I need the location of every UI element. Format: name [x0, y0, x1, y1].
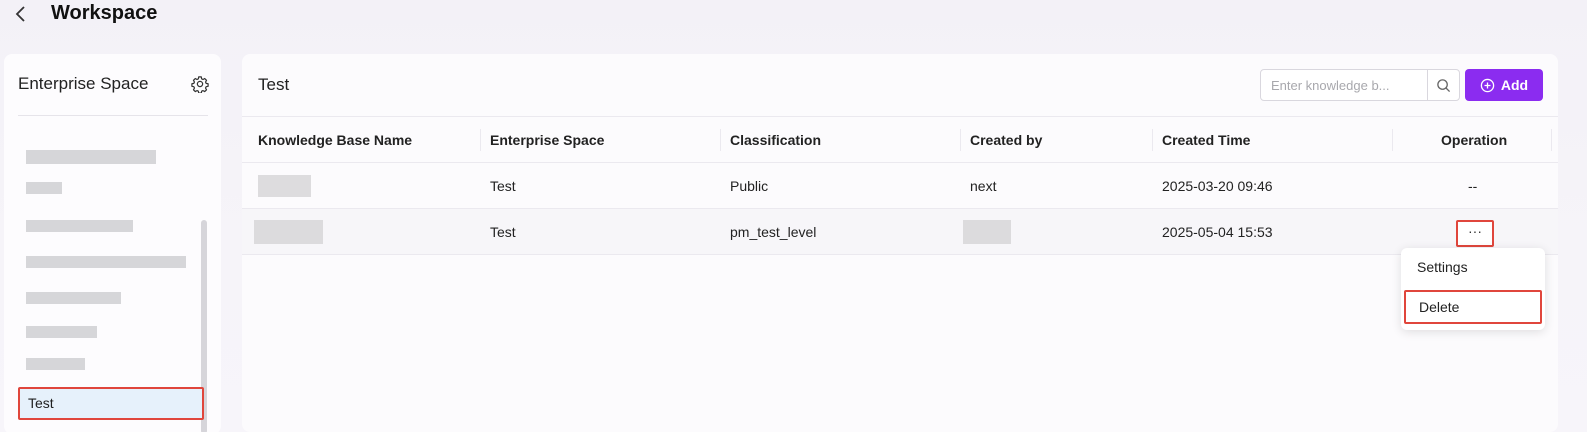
sidebar-item-redacted[interactable]	[26, 358, 85, 370]
redacted-knowledge-base-name	[258, 175, 311, 197]
add-button-label: Add	[1500, 77, 1529, 93]
sidebar-header: Enterprise Space	[18, 74, 209, 96]
sidebar-item-redacted[interactable]	[26, 220, 133, 232]
table-row[interactable]: Test pm_test_level 2025-05-04 15:53 ···	[242, 209, 1558, 255]
column-separator	[960, 129, 961, 151]
page-title: Workspace	[51, 2, 158, 24]
cell-enterprise-space: Test	[490, 178, 516, 194]
sidebar: Enterprise Space Test	[4, 54, 221, 432]
chevron-left-icon[interactable]	[12, 3, 30, 25]
sidebar-title: Enterprise Space	[18, 74, 149, 93]
column-separator	[1392, 129, 1393, 151]
column-separator	[1551, 129, 1552, 151]
sidebar-divider	[18, 115, 208, 116]
sidebar-item-redacted[interactable]	[26, 326, 97, 338]
sidebar-item-redacted[interactable]	[26, 256, 186, 268]
menu-item-delete[interactable]: Delete	[1404, 290, 1542, 324]
sidebar-item-redacted[interactable]	[26, 292, 121, 304]
menu-item-settings[interactable]: Settings	[1404, 252, 1542, 286]
search-input[interactable]	[1261, 70, 1427, 100]
redacted-knowledge-base-name	[254, 220, 323, 244]
column-header-classification: Classification	[730, 132, 822, 148]
gear-icon[interactable]	[191, 75, 209, 93]
redacted-created-by	[963, 220, 1011, 244]
column-separator	[720, 129, 721, 151]
cell-operation: --	[1468, 178, 1478, 194]
column-header-enterprise-space: Enterprise Space	[490, 132, 605, 148]
cell-created-time: 2025-03-20 09:46	[1162, 178, 1273, 194]
column-separator	[1152, 129, 1153, 151]
cell-created-time: 2025-05-04 15:53	[1162, 224, 1273, 240]
plus-circle-icon	[1480, 78, 1495, 92]
column-separator	[480, 129, 481, 151]
sidebar-item-redacted[interactable]	[26, 150, 156, 164]
search-icon	[1437, 78, 1451, 92]
top-bar: Workspace	[0, 0, 1587, 30]
sidebar-item-redacted[interactable]	[26, 182, 62, 194]
column-header-created-time: Created Time	[1162, 132, 1251, 148]
cell-classification: pm_test_level	[730, 224, 817, 240]
operation-dropdown-menu: Settings Delete	[1401, 248, 1545, 330]
search-box	[1260, 69, 1460, 101]
sidebar-item-test[interactable]: Test	[18, 387, 204, 420]
more-actions-button[interactable]: ···	[1456, 220, 1494, 247]
column-header-operation: Operation	[1441, 132, 1508, 148]
search-button[interactable]	[1427, 70, 1459, 100]
cell-enterprise-space: Test	[490, 224, 516, 240]
table-header: Knowledge Base Name Enterprise Space Cla…	[242, 116, 1558, 163]
knowledge-base-table: Knowledge Base Name Enterprise Space Cla…	[242, 116, 1558, 255]
column-header-created-by: Created by	[970, 132, 1043, 148]
cell-classification: Public	[730, 178, 769, 194]
main-panel: Test Add Knowledge Base Name Enterprise …	[242, 54, 1558, 432]
main-title: Test	[258, 75, 290, 94]
cell-created-by: next	[970, 178, 997, 194]
add-button[interactable]: Add	[1465, 69, 1543, 101]
table-row[interactable]: Test Public next 2025-03-20 09:46 --	[242, 163, 1558, 209]
column-header-knowledge-base-name: Knowledge Base Name	[258, 132, 413, 148]
